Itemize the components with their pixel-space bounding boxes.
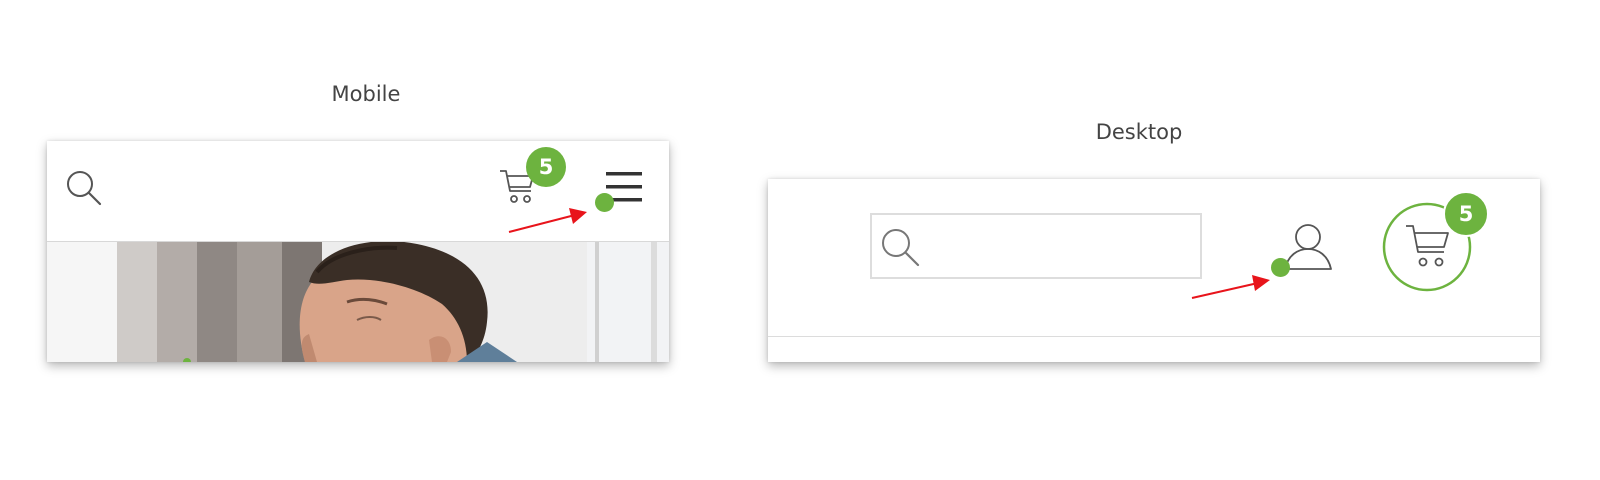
hero-image — [47, 242, 669, 362]
cart-icon — [1404, 222, 1452, 272]
cart-count-badge: 5 — [526, 147, 566, 187]
cart-count-badge: 5 — [1443, 191, 1489, 237]
mobile-header-mockup: 5 — [47, 141, 669, 362]
mobile-caption: Mobile — [331, 82, 401, 106]
search-icon[interactable] — [65, 169, 105, 209]
desktop-annotation-arrow — [1191, 275, 1270, 299]
menu-hotspot-dot — [595, 193, 614, 212]
mobile-annotation-arrow — [508, 208, 587, 233]
search-field[interactable] — [870, 213, 1202, 279]
header-divider — [768, 336, 1540, 337]
desktop-header-mockup: 5 — [768, 179, 1540, 362]
search-icon — [878, 225, 922, 269]
desktop-caption: Desktop — [1095, 120, 1183, 144]
